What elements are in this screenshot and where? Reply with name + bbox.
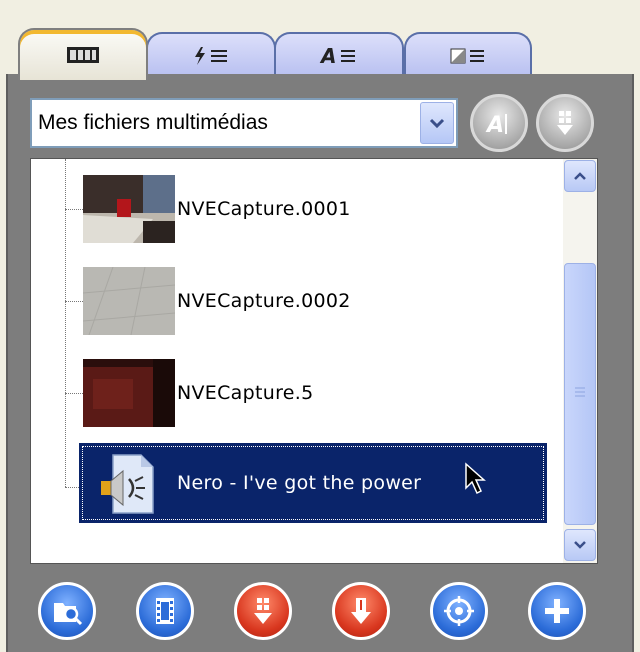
download-grid-icon <box>557 111 573 135</box>
dropdown-arrow-button[interactable] <box>420 102 454 144</box>
video-button[interactable] <box>136 582 194 640</box>
auto-text-icon: A <box>485 113 507 138</box>
text-list-icon: A <box>319 45 355 67</box>
tab-text[interactable]: A <box>274 32 404 78</box>
import-down-button[interactable] <box>332 582 390 640</box>
transition-list-icon <box>450 48 484 64</box>
item-label: Nero - I've got the power <box>177 472 422 494</box>
vertical-scrollbar[interactable] <box>563 159 597 563</box>
item-label: NVECapture.5 <box>177 382 314 404</box>
tab-media[interactable] <box>18 28 148 80</box>
auto-text-button[interactable]: A <box>470 94 528 152</box>
svg-text:A: A <box>319 45 336 67</box>
scroll-thumb[interactable] <box>564 263 596 525</box>
tab-effects[interactable] <box>146 32 276 78</box>
grid-down-icon <box>254 598 272 624</box>
svg-text:A: A <box>485 113 504 138</box>
folder-search-icon <box>54 603 83 626</box>
item-label: NVECapture.0001 <box>177 198 351 220</box>
grip-icon <box>575 387 585 397</box>
media-thumbnail <box>83 359 175 427</box>
tab-bar: A <box>0 0 640 80</box>
scroll-down-button[interactable] <box>564 529 596 561</box>
download-grid-button[interactable] <box>536 94 594 152</box>
list-item[interactable]: NVECapture.5 <box>83 359 314 427</box>
media-source-value: Mes fichiers multimédias <box>38 111 268 134</box>
mouse-cursor-icon <box>465 462 486 495</box>
capture-button[interactable] <box>430 582 488 640</box>
list-item[interactable]: NVECapture.0002 <box>83 267 351 335</box>
film-strip-icon <box>67 47 99 63</box>
media-thumbnail <box>83 175 175 243</box>
add-button[interactable] <box>528 582 586 640</box>
item-label: NVECapture.0002 <box>177 290 351 312</box>
audio-file-icon <box>101 454 154 514</box>
chevron-down-icon <box>574 541 586 549</box>
target-icon <box>444 596 474 626</box>
scroll-up-button[interactable] <box>564 160 596 192</box>
arrow-down-icon <box>351 598 371 624</box>
media-thumbnail <box>83 267 175 335</box>
plus-icon <box>545 599 569 623</box>
lightning-list-icon <box>195 47 227 65</box>
browse-button[interactable] <box>38 582 96 640</box>
tab-transitions[interactable] <box>404 32 532 78</box>
chevron-up-icon <box>574 172 586 180</box>
film-icon <box>156 598 174 624</box>
list-item[interactable]: NVECapture.0001 <box>83 175 351 243</box>
media-source-dropdown[interactable]: Mes fichiers multimédias <box>30 98 458 148</box>
import-grid-button[interactable] <box>234 582 292 640</box>
media-list[interactable]: NVECapture.0001 NVECapture.0002 NVECaptu… <box>30 158 598 564</box>
tree-branch <box>65 487 79 488</box>
chevron-down-icon <box>429 118 445 129</box>
